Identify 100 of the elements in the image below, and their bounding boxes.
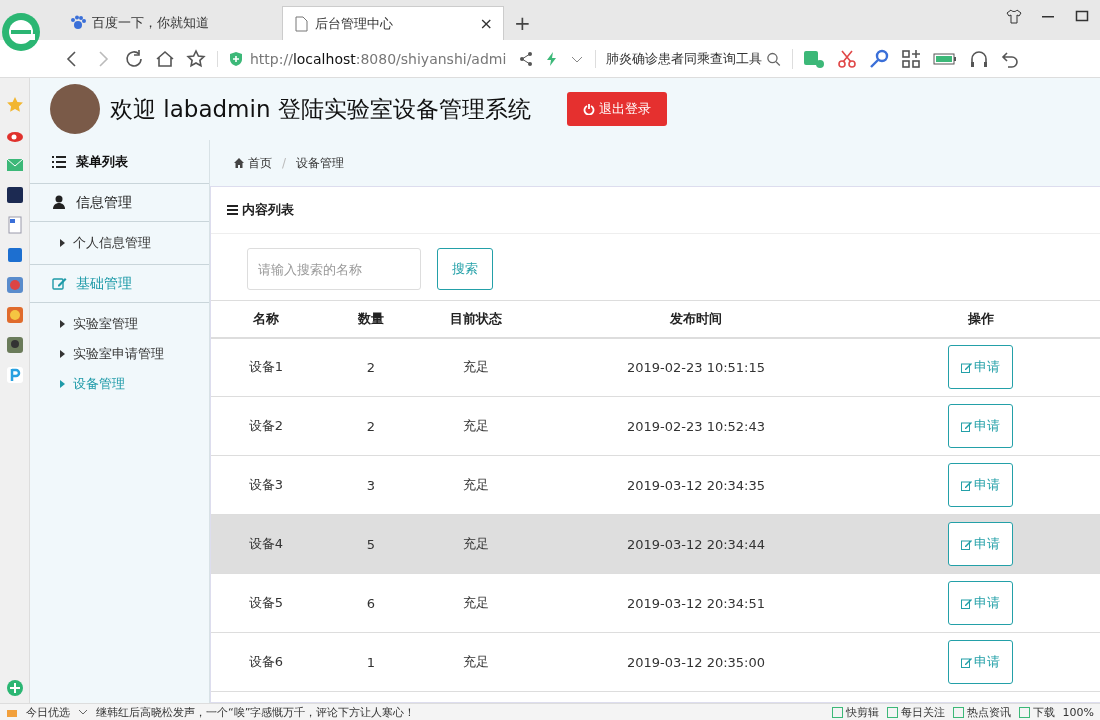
page-icon bbox=[293, 15, 309, 32]
news-link[interactable]: 继韩红后高晓松发声，一个“唉”字感慨万千，评论下方让人寒心！ bbox=[96, 704, 416, 720]
list-icon bbox=[52, 155, 66, 168]
table-cell: 1 bbox=[366, 654, 376, 670]
logout-button[interactable]: 退出登录 bbox=[566, 92, 667, 126]
table-cell: 充足 bbox=[463, 477, 489, 492]
table-row[interactable]: 设备5 6 充足 2019-03-12 20:34:51 申请 bbox=[211, 573, 1100, 633]
status-item[interactable]: 下载 bbox=[1018, 704, 1055, 720]
table-row[interactable]: 设备4 5 充足 2019-03-12 20:34:44 申请 bbox=[211, 514, 1100, 574]
browser-tab[interactable]: 后台管理中心 × bbox=[282, 6, 504, 40]
chevron-down-icon bbox=[78, 707, 88, 717]
table-cell: 2 bbox=[366, 359, 376, 375]
square-icon bbox=[886, 706, 898, 718]
status-item[interactable]: 热点资讯 bbox=[952, 704, 1011, 720]
menu-item[interactable]: 实验室申请管理 bbox=[30, 339, 209, 369]
column-header: 数量 bbox=[321, 300, 421, 338]
table-cell: 2019-03-12 20:34:35 bbox=[626, 477, 766, 493]
zoom-level[interactable]: 100% bbox=[1062, 705, 1094, 719]
document-icon[interactable] bbox=[5, 216, 24, 234]
edit-icon bbox=[961, 420, 972, 432]
table-cell: 5 bbox=[366, 536, 376, 552]
user-icon bbox=[52, 195, 67, 210]
caret-right-icon bbox=[60, 320, 65, 328]
star-icon[interactable] bbox=[186, 48, 206, 69]
table-cell: 6 bbox=[366, 595, 376, 611]
status-text: 今日优选 bbox=[26, 704, 70, 720]
power-icon bbox=[582, 103, 595, 115]
search-icon bbox=[766, 50, 781, 67]
edit-icon bbox=[961, 656, 972, 668]
edit-icon bbox=[961, 361, 972, 373]
caret-right-icon bbox=[60, 239, 65, 247]
search-text: 肺炎确诊患者同乘查询工具 bbox=[606, 49, 763, 68]
table-cell: 2019-03-12 20:34:51 bbox=[626, 595, 766, 611]
status-item[interactable]: 快剪辑 bbox=[831, 704, 879, 720]
breadcrumb-link[interactable]: 首页 bbox=[234, 154, 272, 172]
column-header: 发布时间 bbox=[531, 300, 861, 338]
search-input[interactable]: 请输入搜索的名称 bbox=[247, 248, 421, 290]
column-header: 目前状态 bbox=[421, 300, 531, 338]
shield-icon bbox=[228, 50, 244, 67]
edit-icon bbox=[961, 479, 972, 491]
breadcrumb-separator: / bbox=[282, 156, 287, 170]
apps-icon[interactable] bbox=[901, 48, 921, 69]
search-field[interactable]: 肺炎确诊患者同乘查询工具 bbox=[595, 49, 781, 68]
reload-icon[interactable] bbox=[124, 48, 144, 69]
maximize-icon[interactable] bbox=[1074, 8, 1090, 24]
caret-right-icon bbox=[60, 380, 65, 388]
table-cell: 2019-03-12 20:35:00 bbox=[626, 654, 766, 670]
menu-title: 菜单列表 bbox=[76, 152, 128, 171]
table-cell: 设备2 bbox=[248, 418, 284, 433]
browser-tab[interactable]: 百度一下，你就知道 bbox=[60, 6, 282, 40]
tab-title: 百度一下，你就知道 bbox=[92, 14, 210, 32]
table-row[interactable]: 设备1 2 充足 2019-02-23 10:51:15 申请 bbox=[211, 337, 1100, 397]
new-tab-button[interactable]: + bbox=[504, 11, 541, 40]
shirt-icon[interactable] bbox=[1006, 8, 1022, 24]
table-cell: 2019-02-23 10:52:43 bbox=[626, 418, 766, 434]
column-header: 名称 bbox=[211, 300, 321, 338]
tab-title: 后台管理中心 bbox=[315, 14, 394, 33]
table-cell: 设备1 bbox=[248, 359, 284, 375]
caret-right-icon bbox=[60, 350, 65, 358]
share-icon[interactable] bbox=[518, 50, 534, 67]
menu-group[interactable]: 信息管理 bbox=[30, 184, 209, 222]
table-row[interactable]: 设备2 2 充足 2019-02-23 10:52:43 申请 bbox=[211, 396, 1100, 456]
key-icon[interactable] bbox=[869, 48, 889, 69]
column-header: 操作 bbox=[861, 300, 1100, 338]
paw-icon bbox=[70, 15, 86, 31]
add-icon[interactable] bbox=[5, 679, 24, 697]
table-cell: 设备6 bbox=[248, 654, 284, 669]
menu-icon bbox=[227, 205, 238, 215]
home-icon bbox=[234, 158, 244, 168]
table-row[interactable]: 设备3 3 充足 2019-03-12 20:34:35 申请 bbox=[211, 455, 1100, 515]
square-icon bbox=[952, 706, 964, 718]
table-cell: 充足 bbox=[463, 418, 489, 433]
square-icon bbox=[831, 706, 843, 718]
home-icon[interactable] bbox=[155, 48, 175, 69]
close-tab-button[interactable]: × bbox=[479, 14, 493, 33]
edit-icon bbox=[961, 597, 972, 609]
table-cell: 设备4 bbox=[248, 536, 284, 551]
page-title: 欢迎 labadmin 登陆实验室设备管理系统 bbox=[110, 94, 531, 124]
menu-item[interactable]: 实验室管理 bbox=[30, 309, 209, 339]
edit-icon bbox=[961, 538, 972, 550]
app-icon[interactable] bbox=[5, 186, 24, 204]
table-cell: 2019-02-23 10:51:15 bbox=[626, 359, 766, 375]
table-cell: 3 bbox=[366, 477, 376, 493]
headphones-icon[interactable] bbox=[969, 48, 989, 69]
table-cell: 设备5 bbox=[248, 595, 284, 610]
status-item[interactable]: 每日关注 bbox=[886, 704, 945, 720]
avatar bbox=[50, 84, 100, 134]
table-row[interactable]: 设备6 1 充足 2019-03-12 20:35:00 申请 bbox=[211, 632, 1100, 692]
menu-item[interactable]: 个人信息管理 bbox=[30, 228, 209, 258]
table-cell: 2 bbox=[366, 418, 376, 434]
square-icon bbox=[1018, 706, 1030, 718]
edit-icon bbox=[52, 276, 67, 291]
table-cell: 充足 bbox=[463, 536, 489, 551]
lightning-icon[interactable] bbox=[545, 50, 559, 67]
table-cell: 充足 bbox=[463, 654, 489, 669]
table-cell: 充足 bbox=[463, 359, 489, 375]
panel-title: 内容列表 bbox=[242, 201, 294, 219]
table-cell: 充足 bbox=[463, 595, 489, 610]
star-icon[interactable] bbox=[5, 96, 24, 114]
scissors-icon[interactable] bbox=[837, 48, 857, 69]
